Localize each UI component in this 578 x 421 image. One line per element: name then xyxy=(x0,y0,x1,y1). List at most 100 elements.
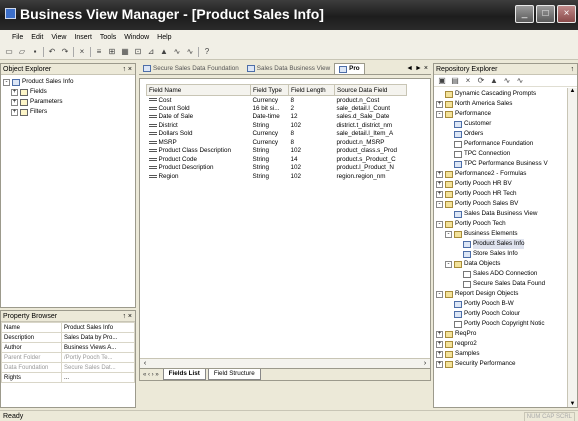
table-icon[interactable]: ▦ xyxy=(120,47,130,57)
menu-help[interactable]: Help xyxy=(157,34,171,41)
collapse-icon[interactable]: - xyxy=(445,260,452,268)
table-row[interactable]: Product Class Description String 102 produc… xyxy=(147,147,407,156)
repository-tree-node[interactable]: Portly Pooch Copyright Notic xyxy=(436,319,566,329)
lock-icon[interactable]: ▲ xyxy=(159,47,169,57)
tree-node-parameters[interactable]: + Parameters xyxy=(3,97,133,107)
menu-file[interactable]: File xyxy=(12,34,23,41)
repository-tree-node[interactable]: + North America Sales xyxy=(436,99,566,109)
pane-pin-close[interactable]: ↑ × xyxy=(122,64,132,75)
link-icon[interactable]: ∿ xyxy=(502,76,512,86)
property-value[interactable]: Sales Data by Pro... xyxy=(61,332,135,343)
collapse-icon[interactable]: - xyxy=(436,290,443,298)
repository-tree-node[interactable]: Portly Pooch Colour xyxy=(436,309,566,319)
table-row[interactable]: Dollars Sold Currency 8 sale_detail.l_Item_… xyxy=(147,130,407,139)
view-icon[interactable]: ▣ xyxy=(437,76,447,86)
help-icon[interactable]: ? xyxy=(202,47,212,57)
property-row[interactable]: Description Sales Data by Pro... xyxy=(1,332,135,343)
table-row[interactable]: District String 102 district.t_district_nm xyxy=(147,121,407,130)
repository-tree-node[interactable]: + Portly Pooch HR Tech xyxy=(436,189,566,199)
undo-icon[interactable]: ↶ xyxy=(47,47,57,57)
expand-icon[interactable]: + xyxy=(436,180,443,188)
table-row[interactable]: Count Sold 16 bit si... 2 sale_detail.l_Cou… xyxy=(147,104,407,113)
repository-tree-node[interactable]: + reqpro2 xyxy=(436,339,566,349)
repository-tree-node[interactable]: + Performance2 - Formulas xyxy=(436,169,566,179)
scroll-up-icon[interactable]: ▲ xyxy=(568,88,577,94)
delete-icon[interactable]: × xyxy=(463,76,473,86)
join-icon[interactable]: ∿ xyxy=(172,47,182,57)
collapse-icon[interactable]: - xyxy=(436,220,443,228)
property-value[interactable]: Product Sales Info xyxy=(61,322,135,333)
repository-tree-node[interactable]: - Report Design Objects xyxy=(436,289,566,299)
scroll-down-icon[interactable]: ▼ xyxy=(568,401,577,407)
table-row[interactable]: Date of Sale Date-time 12 sales.d_Sale_Date xyxy=(147,113,407,122)
property-row[interactable]: Rights... xyxy=(1,372,135,383)
pane-pin-close[interactable]: ↑ × xyxy=(122,311,132,322)
scroll-left-icon[interactable]: ‹ xyxy=(140,359,150,368)
repository-tree-node[interactable]: Dynamic Cascading Prompts xyxy=(436,89,566,99)
pane-pin[interactable]: ↑ xyxy=(571,64,575,75)
repository-tree-node[interactable]: Product Sales Info xyxy=(436,239,566,249)
tab-sales-data-business-view[interactable]: Sales Data Business View xyxy=(243,63,334,74)
table-row[interactable]: Product Code String 14 product.s_Product_C xyxy=(147,155,407,164)
expand-icon[interactable]: + xyxy=(11,108,18,116)
menu-view[interactable]: View xyxy=(51,34,66,41)
repository-tree-node[interactable]: TPC Connection xyxy=(436,149,566,159)
new-folder-icon[interactable]: ▤ xyxy=(450,76,460,86)
expand-icon[interactable]: + xyxy=(436,100,443,108)
collapse-icon[interactable]: - xyxy=(436,110,443,118)
expand-icon[interactable]: + xyxy=(11,88,18,96)
menu-insert[interactable]: Insert xyxy=(74,34,92,41)
repository-tree-node[interactable]: TPC Performance Business V xyxy=(436,159,566,169)
property-value[interactable]: /Portly Pooch Te... xyxy=(61,352,135,363)
property-row[interactable]: Data Foundation Secure Sales Dat... xyxy=(1,362,135,373)
filter-icon[interactable]: ⊿ xyxy=(146,47,156,57)
expand-icon[interactable]: + xyxy=(11,98,18,106)
repository-tree-node[interactable]: Performance Foundation xyxy=(436,139,566,149)
repository-tree-node[interactable]: - Business Elements xyxy=(436,229,566,239)
horizontal-scrollbar[interactable]: ‹ › xyxy=(140,358,430,368)
tree-node-fields[interactable]: + Fields xyxy=(3,87,133,97)
new-icon[interactable]: ▭ xyxy=(4,47,14,57)
table-row[interactable]: Product Description String 102 product.l_Pr… xyxy=(147,164,407,173)
open-icon[interactable]: ▱ xyxy=(17,47,27,57)
property-row[interactable]: Parent Folder/Portly Pooch Te... xyxy=(1,352,135,363)
sheet-tab-navigation[interactable]: « ‹ › » xyxy=(143,372,159,378)
maximize-button[interactable]: □ xyxy=(536,5,555,23)
repository-tree-node[interactable]: Customer xyxy=(436,119,566,129)
lock-icon[interactable]: ▲ xyxy=(489,76,499,86)
link-icon[interactable]: ⊡ xyxy=(133,47,143,57)
refresh-icon[interactable]: ⟳ xyxy=(476,76,486,86)
expand-icon[interactable]: + xyxy=(436,350,443,358)
menu-window[interactable]: Window xyxy=(124,34,149,41)
property-row[interactable]: Author Business Views A... xyxy=(1,342,135,353)
column-header-source-data-field[interactable]: Source Data Field xyxy=(334,84,407,96)
column-header-field-length[interactable]: Field Length xyxy=(288,84,335,96)
table-row[interactable]: MSRP Currency 8 product.n_MSRP xyxy=(147,138,407,147)
repository-tree-node[interactable]: Portly Pooch B-W xyxy=(436,299,566,309)
table-row[interactable]: Region String 102 region.region_nm xyxy=(147,172,407,181)
repository-tree-node[interactable]: Store Sales Info xyxy=(436,249,566,259)
property-value[interactable]: Secure Sales Dat... xyxy=(61,362,135,373)
repository-tree-node[interactable]: Secure Sales Data Found xyxy=(436,279,566,289)
collapse-icon[interactable]: - xyxy=(445,230,452,238)
tab-fields-list[interactable]: Fields List xyxy=(162,369,206,380)
repository-tree-node[interactable]: Orders xyxy=(436,129,566,139)
menu-edit[interactable]: Edit xyxy=(31,34,43,41)
repository-tree-node[interactable]: Sales Data Business View xyxy=(436,209,566,219)
tab-field-structure[interactable]: Field Structure xyxy=(207,369,261,380)
repository-tree-node[interactable]: + ReqPro xyxy=(436,329,566,339)
property-value[interactable]: ... xyxy=(61,372,135,383)
scroll-right-icon[interactable]: › xyxy=(420,359,430,368)
minimize-button[interactable]: _ xyxy=(515,5,534,23)
repository-tree-node[interactable]: - Portly Pooch Tech xyxy=(436,219,566,229)
property-value[interactable]: Business Views A... xyxy=(61,342,135,353)
delete-icon[interactable]: × xyxy=(77,47,87,57)
tab-secure-sales-data-foundation[interactable]: Secure Sales Data Foundation xyxy=(139,63,243,74)
repository-tree-node[interactable]: + Samples xyxy=(436,349,566,359)
table-row[interactable]: Cost Currency 8 product.n_Cost xyxy=(147,96,407,105)
redo-icon[interactable]: ↷ xyxy=(60,47,70,57)
repository-tree-node[interactable]: - Portly Pooch Sales BV xyxy=(436,199,566,209)
repository-tree-node[interactable]: + Portly Pooch HR BV xyxy=(436,179,566,189)
link2-icon[interactable]: ∿ xyxy=(515,76,525,86)
expand-icon[interactable]: + xyxy=(436,330,443,338)
